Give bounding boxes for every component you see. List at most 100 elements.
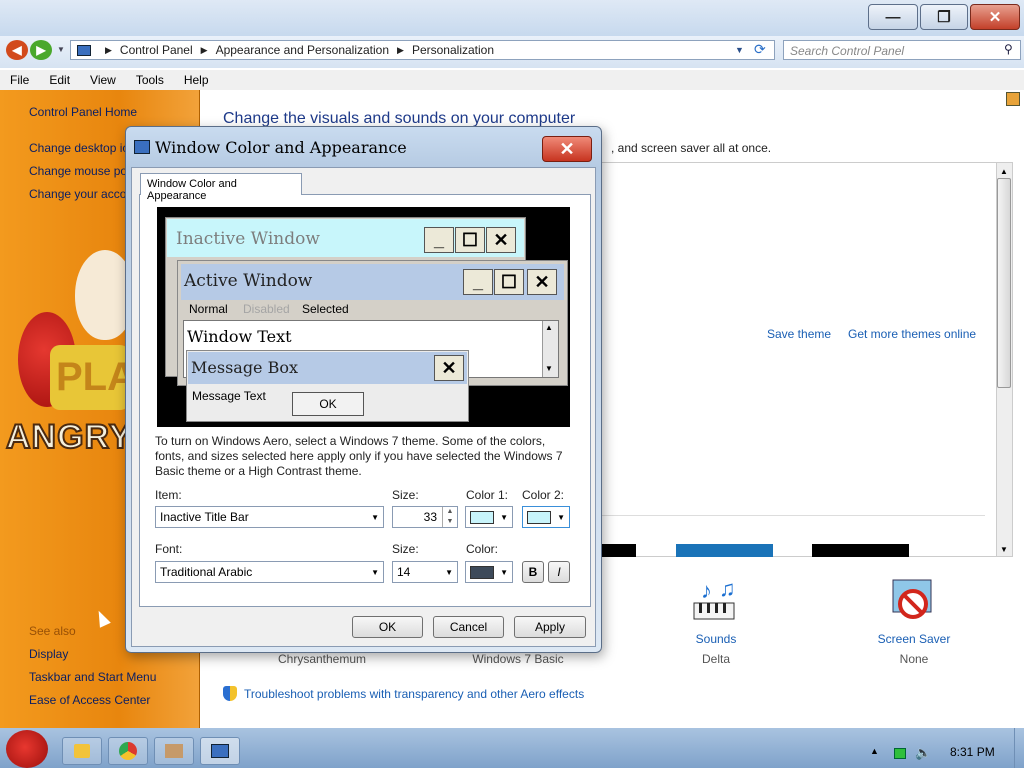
taskbar-explorer-icon[interactable] <box>62 737 102 765</box>
screen-saver-icon[interactable] <box>889 578 939 628</box>
theme-color-swatch[interactable] <box>602 544 636 557</box>
font-size-select[interactable]: 14 ▼ <box>392 561 458 583</box>
get-more-themes-link[interactable]: Get more themes online <box>848 327 976 341</box>
color2-label: Color 2: <box>522 488 565 502</box>
close-button[interactable]: ✕ <box>970 4 1020 30</box>
inactive-minimize-icon: _ <box>424 227 454 253</box>
menu-bar: File Edit View Tools Help <box>0 70 1024 90</box>
font-color-swatch <box>470 565 494 579</box>
divider <box>600 515 985 516</box>
theme-list <box>600 162 1013 557</box>
font-size-label: Size: <box>392 542 419 556</box>
breadcrumb-chevron-icon: ▶ <box>397 44 404 55</box>
chrysanthemum-label[interactable]: Chrysanthemum <box>262 652 382 666</box>
menu-file[interactable]: File <box>0 73 39 87</box>
ease-of-access-link[interactable]: Ease of Access Center <box>29 693 150 707</box>
menu-view[interactable]: View <box>80 73 126 87</box>
size-stepper-arrows-icon[interactable]: ▲ ▼ <box>442 507 457 527</box>
font-color-label: Color: <box>466 542 499 556</box>
taskbar-control-panel-icon[interactable] <box>200 737 240 765</box>
color2-swatch <box>527 510 551 524</box>
color2-picker[interactable]: ▼ <box>522 506 570 528</box>
change-desktop-icons-link[interactable]: Change desktop ic <box>29 141 128 155</box>
sounds-label[interactable]: Sounds <box>676 632 756 646</box>
forward-arrow-icon[interactable]: ▶ <box>30 40 52 60</box>
control-panel-home-link[interactable]: Control Panel Home <box>29 105 137 119</box>
cancel-button[interactable]: Cancel <box>433 616 504 638</box>
chevron-down-icon: ▼ <box>500 512 508 522</box>
scrollbar-thumb[interactable] <box>997 178 1011 388</box>
sounds-icon[interactable]: ♪ ♫ <box>691 576 741 628</box>
scroll-down-icon[interactable]: ▼ <box>1000 545 1008 554</box>
svg-text:♪: ♪ <box>701 578 712 603</box>
color1-picker[interactable]: ▼ <box>465 506 513 528</box>
breadcrumb-control-panel[interactable]: Control Panel <box>120 43 193 57</box>
dialog-close-button[interactable]: ✕ <box>542 136 592 162</box>
control-panel-icon <box>77 44 91 56</box>
recent-pages-chevron-icon[interactable]: ▼ <box>57 45 65 54</box>
item-select[interactable]: Inactive Title Bar ▼ <box>155 506 384 528</box>
address-box[interactable]: ▶ Control Panel ▶ Appearance and Persona… <box>70 40 775 60</box>
message-text: Message Text <box>192 389 266 403</box>
ok-button[interactable]: OK <box>352 616 423 638</box>
search-icon[interactable]: ⚲ <box>1004 42 1013 56</box>
address-dropdown-icon[interactable]: ▼ <box>735 45 744 55</box>
breadcrumb-chevron-icon: ▶ <box>105 44 112 55</box>
clock[interactable]: 8:31 PM <box>950 745 995 759</box>
taskbar-chrome-icon[interactable] <box>108 737 148 765</box>
tab-window-color[interactable]: Window Color and Appearance <box>140 173 302 202</box>
color1-swatch <box>470 510 494 524</box>
taskbar-app-icon[interactable] <box>154 737 194 765</box>
message-box-close-icon: ✕ <box>434 355 464 381</box>
size-label: Size: <box>392 488 419 502</box>
font-color-picker[interactable]: ▼ <box>465 561 513 583</box>
dialog-title: Window Color and Appearance <box>155 138 407 157</box>
preview-scroll-up-icon: ▲ <box>545 323 553 332</box>
active-window-title: Active Window <box>184 271 313 291</box>
maximize-button[interactable]: ❐ <box>920 4 968 30</box>
menu-edit[interactable]: Edit <box>39 73 80 87</box>
apply-button[interactable]: Apply <box>514 616 586 638</box>
change-account-picture-link[interactable]: Change your acco <box>29 187 126 201</box>
menu-normal: Normal <box>189 302 228 316</box>
show-desktop-button[interactable] <box>1014 728 1024 768</box>
show-hidden-icons-icon[interactable]: ▲ <box>870 746 879 756</box>
scroll-up-icon[interactable]: ▲ <box>1000 167 1008 176</box>
font-size-value: 14 <box>397 565 411 579</box>
search-input[interactable]: Search Control Panel <box>783 40 1021 60</box>
help-icon[interactable] <box>1006 92 1020 106</box>
menu-selected: Selected <box>302 302 349 316</box>
windows-7-basic-label[interactable]: Windows 7 Basic <box>458 652 578 666</box>
italic-toggle[interactable]: I <box>548 561 570 583</box>
play-badge: PLA <box>50 345 136 410</box>
network-icon[interactable] <box>894 748 906 759</box>
theme-color-swatch[interactable] <box>812 544 909 557</box>
chevron-down-icon: ▼ <box>500 567 508 577</box>
inactive-close-icon: ✕ <box>486 227 516 253</box>
bold-toggle[interactable]: B <box>522 561 544 583</box>
font-label: Font: <box>155 542 183 556</box>
minimize-button[interactable]: — <box>868 4 918 30</box>
troubleshoot-link[interactable]: Troubleshoot problems with transparency … <box>244 687 584 701</box>
screen-saver-label[interactable]: Screen Saver <box>874 632 954 646</box>
save-theme-link[interactable]: Save theme <box>767 327 831 341</box>
theme-color-swatch[interactable] <box>676 544 773 557</box>
start-button[interactable] <box>6 730 48 768</box>
refresh-icon[interactable]: ⟳ <box>754 41 772 59</box>
volume-icon[interactable]: 🔈 <box>915 745 931 761</box>
item-select-value: Inactive Title Bar <box>160 510 249 524</box>
active-minimize-icon: _ <box>463 269 493 295</box>
change-mouse-pointers-link[interactable]: Change mouse po <box>29 164 127 178</box>
taskbar-start-menu-link[interactable]: Taskbar and Start Menu <box>29 670 156 684</box>
font-select[interactable]: Traditional Arabic ▼ <box>155 561 384 583</box>
menu-help[interactable]: Help <box>174 73 219 87</box>
message-ok-button[interactable]: OK <box>292 392 364 416</box>
display-link[interactable]: Display <box>29 647 68 661</box>
back-arrow-icon[interactable]: ◀ <box>6 40 28 60</box>
menu-tools[interactable]: Tools <box>126 73 174 87</box>
breadcrumb-appearance[interactable]: Appearance and Personalization <box>216 43 389 57</box>
inactive-window-title: Inactive Window <box>176 229 320 249</box>
item-label: Item: <box>155 488 182 502</box>
message-box-title: Message Box <box>191 358 299 377</box>
breadcrumb-personalization[interactable]: Personalization <box>412 43 494 57</box>
